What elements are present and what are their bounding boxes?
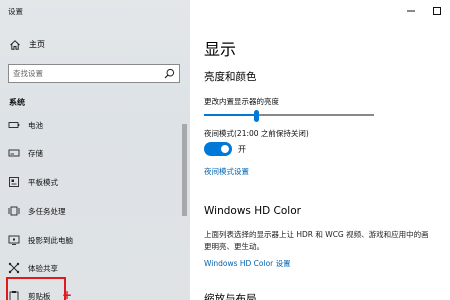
sidebar-item-label: 多任务处理 xyxy=(28,207,66,216)
sidebar-item-label: 存储 xyxy=(28,149,43,158)
hd-color-settings-link[interactable]: Windows HD Color 设置 xyxy=(204,258,291,269)
sidebar-item-multitasking[interactable]: 多任务处理 xyxy=(0,202,178,222)
sidebar-item-label: 电池 xyxy=(28,121,43,130)
annotation-plus-icon: + xyxy=(62,288,73,300)
storage-icon xyxy=(8,149,20,157)
sidebar-item-label: 剪贴板 xyxy=(28,292,51,300)
sidebar-item-projecting[interactable]: 投影到此电脑 xyxy=(0,231,178,251)
night-light-toggle-state: 开 xyxy=(238,145,246,154)
clipboard-icon xyxy=(9,291,19,300)
sidebar-item-label: 体验共享 xyxy=(28,264,58,273)
hd-color-description-line: 上面列表选择的显示器上让 HDR 和 WCG 视频、游戏和应用中的画 xyxy=(204,230,429,239)
night-light-toggle[interactable] xyxy=(204,142,232,156)
sidebar-item-label: 主页 xyxy=(29,40,45,49)
brightness-label: 更改内置显示器的亮度 xyxy=(204,97,279,106)
shared-experiences-icon xyxy=(8,262,20,274)
window-title: 设置 xyxy=(8,7,23,16)
sidebar-item-home[interactable]: 主页 xyxy=(0,36,190,56)
night-light-settings-link[interactable]: 夜间模式设置 xyxy=(204,166,249,177)
sidebar-item-label: 投影到此电脑 xyxy=(28,236,73,245)
search-input[interactable] xyxy=(13,67,153,80)
section-heading-brightness: 亮度和颜色 xyxy=(204,71,257,83)
brightness-slider-track xyxy=(259,114,374,116)
main-content: 显示 亮度和颜色 更改内置显示器的亮度 夜间模式(21:00 之前保持关闭) 开… xyxy=(190,0,450,300)
sidebar: 设置 主页 系统 电池 xyxy=(0,0,190,300)
page-title: 显示 xyxy=(204,40,237,59)
settings-window: 设置 主页 系统 电池 xyxy=(0,0,450,300)
sidebar-item-shared-experiences[interactable]: 体验共享 xyxy=(0,259,178,279)
sidebar-section-system: 系统 xyxy=(9,98,25,107)
home-icon xyxy=(10,40,20,50)
brightness-slider-thumb[interactable] xyxy=(254,110,259,122)
projecting-icon xyxy=(8,235,20,245)
hd-color-description: 上面列表选择的显示器上让 HDR 和 WCG 视频、游戏和应用中的画 更明亮、更… xyxy=(204,229,450,253)
search-icon[interactable] xyxy=(164,68,175,79)
sidebar-item-battery[interactable]: 电池 xyxy=(0,116,178,136)
minimize-icon[interactable] xyxy=(404,4,418,18)
battery-icon xyxy=(8,122,20,128)
toggle-knob xyxy=(221,145,229,153)
sidebar-scrollbar-thumb[interactable] xyxy=(182,124,187,216)
hd-color-description-line: 更明亮、更生动。 xyxy=(204,242,264,251)
section-heading-hd-color: Windows HD Color xyxy=(204,205,301,217)
sidebar-item-clipboard[interactable]: 剪贴板 xyxy=(0,287,178,300)
brightness-slider[interactable] xyxy=(204,110,374,122)
search-box[interactable] xyxy=(8,64,180,83)
multitasking-icon xyxy=(8,206,20,216)
maximize-icon[interactable] xyxy=(430,4,444,18)
section-heading-scale-layout: 缩放与布局 xyxy=(204,293,257,300)
brightness-slider-fill xyxy=(204,114,254,116)
tablet-mode-icon xyxy=(9,177,19,187)
night-light-label: 夜间模式(21:00 之前保持关闭) xyxy=(204,129,309,138)
sidebar-item-storage[interactable]: 存储 xyxy=(0,144,178,164)
sidebar-item-label: 平板模式 xyxy=(28,178,58,187)
sidebar-item-tablet-mode[interactable]: 平板模式 xyxy=(0,173,178,193)
